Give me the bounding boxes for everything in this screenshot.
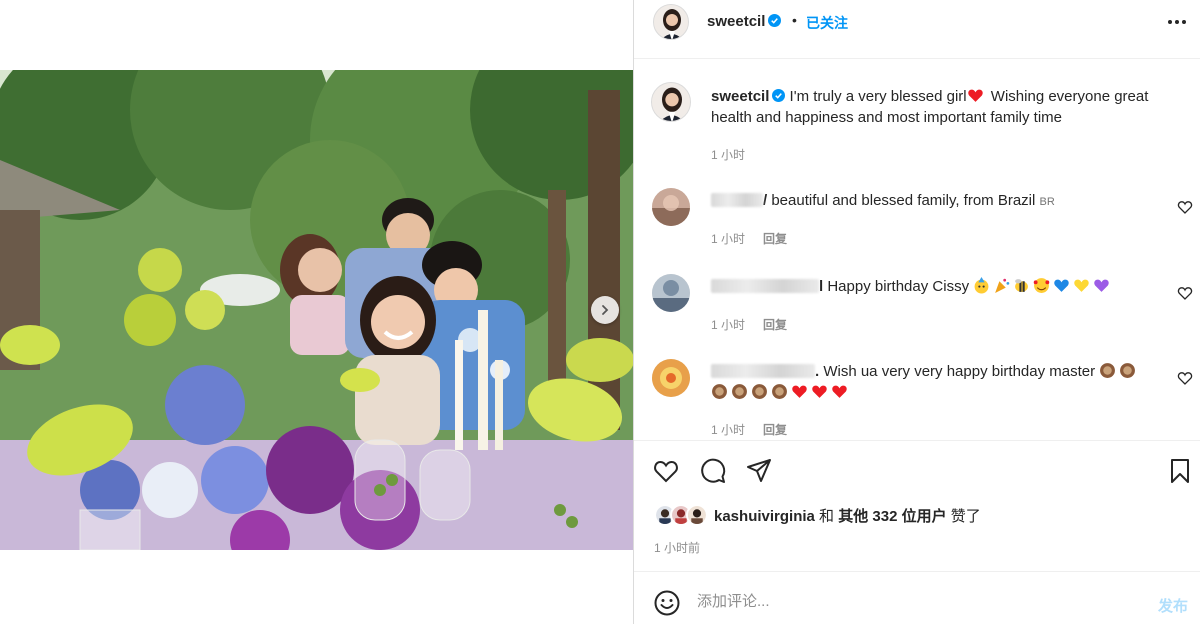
like-heart-icon[interactable] xyxy=(652,457,680,485)
comment-body: Wish ua very very happy birthday master xyxy=(819,363,1100,380)
party-popper-icon xyxy=(995,278,1010,293)
header-separator: • xyxy=(792,12,797,28)
like-comment-heart-icon[interactable] xyxy=(1177,370,1193,386)
likes-text: kashuivirginia 和 其他 332 位用户 赞了 xyxy=(714,505,981,526)
emoji-picker-icon[interactable] xyxy=(653,589,681,617)
like-comment-heart-icon[interactable] xyxy=(1177,199,1193,215)
first-liker-username[interactable]: kashuivirginia xyxy=(714,508,815,525)
share-paper-plane-icon[interactable] xyxy=(745,457,773,485)
purple-heart-icon xyxy=(1094,279,1109,292)
smiling-face-with-hearts-icon xyxy=(1033,278,1050,293)
cake-icon xyxy=(712,384,727,399)
commenter-avatar-image xyxy=(652,359,690,397)
comment-text: . Wish ua very very happy birthday maste… xyxy=(711,361,1181,403)
liker-avatar[interactable] xyxy=(686,504,708,526)
red-heart-icon xyxy=(792,385,807,398)
carousel-next-button[interactable] xyxy=(591,296,619,324)
following-button[interactable]: 已关注 xyxy=(806,13,848,33)
reply-button[interactable]: 回复 xyxy=(763,318,787,332)
comment-username[interactable]: . xyxy=(711,363,819,380)
face-with-party-hat-icon xyxy=(974,277,989,294)
more-options-button[interactable] xyxy=(1166,12,1188,32)
post-comment-button[interactable]: 发布 xyxy=(1158,595,1188,616)
likes-summary: kashuivirginia 和 其他 332 位用户 赞了 xyxy=(654,504,1194,526)
author-username-text[interactable]: sweetcil xyxy=(707,13,765,30)
other-likers-link[interactable]: 其他 332 位用户 xyxy=(838,508,946,525)
comment-text: / beautiful and blessed family, from Bra… xyxy=(711,190,1181,213)
verified-badge-icon xyxy=(768,14,782,27)
comment-meta: 1 小时 回复 xyxy=(711,421,805,438)
comment-time[interactable]: 1 小时 xyxy=(711,423,745,437)
red-heart-icon xyxy=(832,385,847,398)
more-icon xyxy=(1168,20,1186,24)
header-divider xyxy=(634,58,1200,59)
blurred-username xyxy=(711,279,819,293)
reply-button[interactable]: 回复 xyxy=(763,423,787,437)
caption-avatar[interactable] xyxy=(651,82,691,122)
post-time-ago[interactable]: 1 小时前 xyxy=(654,539,700,556)
red-heart-icon xyxy=(812,385,827,398)
comment-input[interactable] xyxy=(697,593,1137,610)
likes-suffix: 赞了 xyxy=(946,507,981,525)
caption-time[interactable]: 1 小时 xyxy=(711,148,745,162)
caption-meta: 1 小时 xyxy=(711,146,763,163)
comment-meta: 1 小时 回复 xyxy=(711,316,805,333)
comment-bubble-icon[interactable] xyxy=(699,457,727,485)
comments-list[interactable]: sweetcil I'm truly a very blessed girl W… xyxy=(634,60,1200,438)
cake-icon xyxy=(1120,363,1136,378)
add-comment-bar: 发布 xyxy=(634,571,1200,624)
comment-time[interactable]: 1 小时 xyxy=(711,232,745,246)
author-username[interactable]: sweetcil xyxy=(707,13,782,30)
comment-username[interactable]: l xyxy=(711,278,823,295)
comment-time[interactable]: 1 小时 xyxy=(711,318,745,332)
blurred-username xyxy=(711,364,815,378)
commenter-avatar[interactable] xyxy=(652,188,690,226)
caption-avatar-image xyxy=(652,83,690,121)
caption-text: sweetcil I'm truly a very blessed girl W… xyxy=(711,86,1181,128)
reply-button[interactable]: 回复 xyxy=(763,232,787,246)
red-heart-icon xyxy=(967,89,983,102)
cake-icon xyxy=(752,384,767,399)
chevron-right-icon xyxy=(602,305,609,315)
comment-body: Happy birthday Cissy xyxy=(823,278,974,295)
yellow-heart-icon xyxy=(1074,279,1089,292)
post-header: sweetcil • 已关注 xyxy=(634,0,1200,44)
commenter-avatar-image xyxy=(652,274,690,312)
cake-icon xyxy=(1100,363,1116,378)
commenter-avatar[interactable] xyxy=(652,274,690,312)
bee-icon xyxy=(1015,279,1029,292)
verified-badge-icon xyxy=(772,89,786,102)
comment-body: beautiful and blessed family, from Brazi… xyxy=(767,192,1040,209)
caption-body-start: I'm truly a very blessed girl xyxy=(789,88,967,105)
author-avatar-image xyxy=(654,5,688,39)
blurred-username xyxy=(711,193,763,207)
save-bookmark-icon[interactable] xyxy=(1166,457,1194,485)
post-media-pane xyxy=(0,0,633,624)
caption-username[interactable]: sweetcil xyxy=(711,88,769,105)
cake-icon xyxy=(732,384,747,399)
comment-meta: 1 小时 回复 xyxy=(711,230,805,247)
photo-illustration xyxy=(0,70,633,550)
post-actions xyxy=(634,440,1200,500)
post-sidebar: sweetcil • 已关注 sweetcil I'm truly a very… xyxy=(633,0,1200,624)
commenter-avatar-image xyxy=(652,188,690,226)
post-photo[interactable] xyxy=(0,70,633,550)
likes-joiner: 和 xyxy=(814,507,839,525)
commenter-avatar[interactable] xyxy=(652,359,690,397)
blue-heart-icon xyxy=(1054,279,1069,292)
comment-username[interactable]: / xyxy=(711,192,767,209)
country-badge: BR xyxy=(1039,196,1055,208)
cake-icon xyxy=(772,384,787,399)
comment-text: l Happy birthday Cissy xyxy=(711,276,1181,297)
like-comment-heart-icon[interactable] xyxy=(1177,285,1193,301)
author-avatar[interactable] xyxy=(653,4,689,40)
